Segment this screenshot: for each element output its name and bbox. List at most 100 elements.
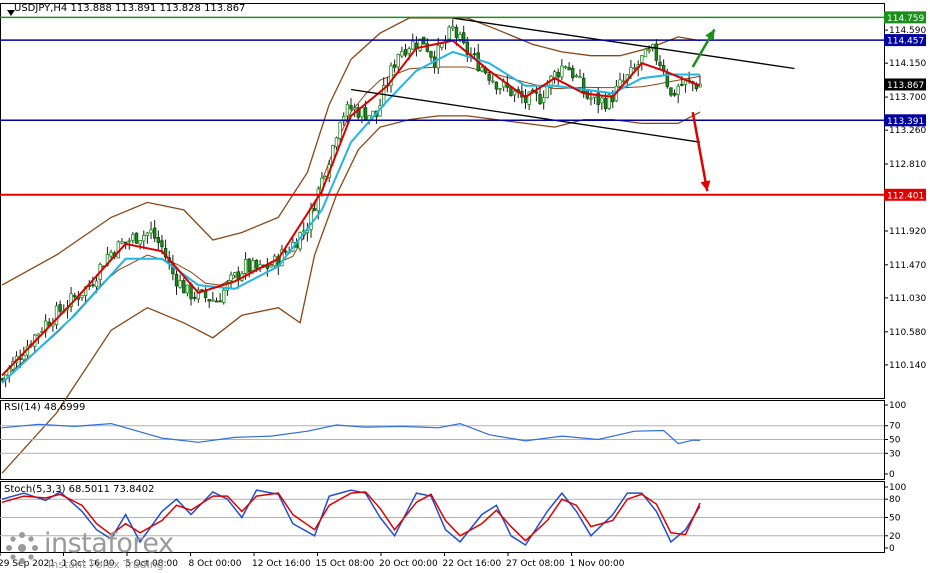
candle-body	[403, 49, 408, 56]
candle-body	[451, 26, 455, 29]
candle-body	[498, 88, 502, 91]
candle-body	[211, 299, 215, 302]
candle-body	[632, 67, 637, 69]
candle-body	[480, 67, 484, 72]
candle-body	[214, 300, 219, 303]
candle-body	[545, 85, 550, 98]
rsi-line	[1, 422, 701, 445]
rsi-tick-label: 70	[889, 422, 901, 432]
stochastic-title: Stoch(5,3,3) 68.5011 73.8402	[4, 484, 155, 495]
candle-body	[134, 232, 139, 244]
candle-body	[283, 250, 288, 253]
candle-body	[458, 34, 462, 40]
candle-body	[58, 304, 62, 312]
candle-body	[120, 241, 124, 244]
candle-body	[556, 71, 560, 78]
x-tick-label: 22 Oct 16:00	[443, 559, 502, 569]
candle-body	[509, 86, 513, 96]
candle-body	[574, 75, 579, 78]
candle-body	[243, 258, 248, 274]
candle-body	[669, 87, 673, 96]
candle-body	[571, 67, 575, 79]
candle-body	[207, 298, 211, 302]
stochastic-tick-label: 80	[889, 495, 901, 505]
candle-body	[185, 284, 190, 294]
candle-body	[145, 232, 150, 237]
candle-body	[203, 290, 208, 299]
level-price-label: 113.391	[887, 117, 924, 127]
candle-body	[400, 50, 404, 57]
candle-body	[396, 54, 400, 68]
candle-body	[407, 48, 411, 54]
chart-window: 110.140110.580111.030111.470111.920112.3…	[0, 0, 930, 573]
candle-body	[512, 90, 517, 96]
y-tick-label: 110.580	[889, 328, 926, 338]
candle-body	[683, 80, 688, 86]
candle-body	[640, 55, 644, 64]
candle-body	[440, 43, 444, 48]
candle-body	[73, 295, 77, 298]
rsi-title: RSI(14) 48.6999	[4, 402, 86, 413]
current-price-label: 113.867	[887, 81, 924, 91]
candle-body	[338, 121, 342, 139]
x-tick-label: 27 Oct 08:00	[506, 559, 565, 569]
watermark-tagline: Instant Forex Trading	[48, 558, 164, 571]
bollinger-lower	[1, 111, 701, 474]
candle-body	[654, 43, 659, 61]
candle-body	[676, 85, 680, 95]
candle-body	[345, 103, 350, 117]
candle-body	[672, 92, 677, 96]
candle-body	[54, 305, 59, 326]
candle-body	[658, 61, 662, 66]
level-price-label: 114.457	[887, 37, 924, 47]
candle-body	[589, 97, 593, 100]
candle-body	[334, 137, 339, 148]
bollinger-upper	[1, 17, 701, 286]
symbol-header: USDJPY,H4 113.888 113.891 113.828 113.86…	[4, 3, 245, 16]
candle-body	[80, 294, 84, 298]
bearish-arrow-head	[700, 180, 711, 192]
candle-body	[560, 65, 564, 78]
candle-body	[149, 229, 153, 234]
candle-body	[178, 280, 182, 288]
y-tick-label: 111.920	[889, 227, 926, 237]
candle-body	[142, 234, 146, 242]
candle-body	[247, 258, 251, 272]
candle-body	[680, 83, 684, 86]
candle-body	[600, 97, 604, 104]
candle-body	[541, 97, 546, 103]
candle-body	[603, 98, 608, 110]
candle-body	[643, 48, 648, 58]
candle-body	[91, 284, 95, 287]
candle-body	[192, 296, 197, 299]
y-tick-label: 113.260	[889, 126, 926, 136]
candle-body	[251, 260, 255, 271]
y-tick-label: 114.150	[889, 59, 926, 69]
candle-body	[621, 80, 626, 83]
y-tick-label: 111.470	[889, 261, 926, 271]
stochastic-tick-label: 50	[889, 514, 901, 524]
candle-body	[392, 64, 397, 68]
candle-body	[454, 26, 459, 38]
candle-body	[174, 273, 179, 287]
x-tick-label: 8 Oct 00:00	[189, 559, 242, 569]
candle-body	[567, 67, 571, 71]
x-tick-label: 12 Oct 16:00	[252, 559, 311, 569]
candle-body	[472, 53, 477, 56]
candle-body	[352, 107, 357, 110]
candle-body	[232, 272, 237, 276]
candle-body	[491, 80, 495, 83]
candle-body	[538, 93, 542, 105]
candle-body	[138, 240, 142, 245]
candle-body	[436, 45, 440, 69]
dropdown-triangle-icon[interactable]	[7, 10, 15, 16]
candle-body	[429, 51, 433, 58]
candle-body	[411, 40, 415, 50]
candle-body	[494, 81, 499, 90]
candle-body	[363, 107, 368, 121]
y-tick-label: 113.700	[889, 93, 926, 103]
candle-body	[578, 76, 582, 79]
candle-body	[647, 49, 651, 52]
candle-body	[156, 237, 161, 243]
x-tick-label: 1 Nov 00:00	[570, 559, 625, 569]
